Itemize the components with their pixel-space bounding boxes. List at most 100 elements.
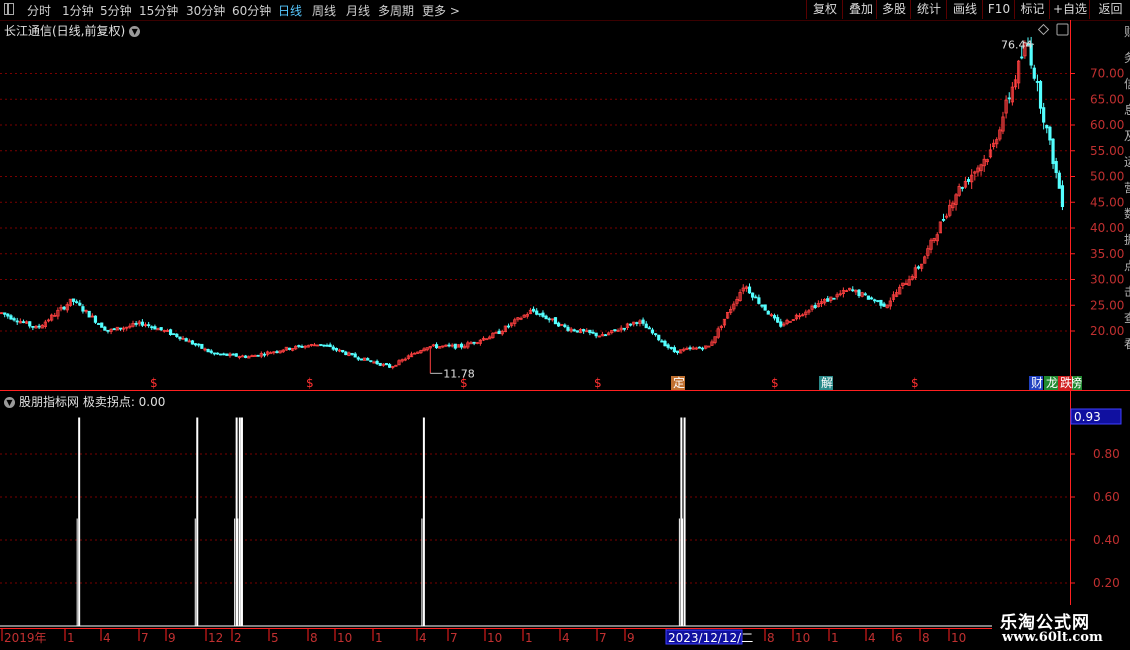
- candle-body: [93, 315, 98, 323]
- price-tick-label: 65.00: [1090, 92, 1124, 106]
- candle-body: [591, 331, 595, 334]
- side-tab-char[interactable]: 点: [1124, 259, 1130, 273]
- watermark-url: www.60lt.com: [1002, 630, 1103, 645]
- indicator-title: 股朋指标网 极卖拐点: 0.00: [19, 395, 166, 409]
- candle-body: [669, 346, 673, 349]
- event-marker[interactable]: 财: [1031, 376, 1043, 390]
- time-label: 1: [525, 631, 533, 645]
- candle-body: [1045, 124, 1049, 129]
- candle-body: [1054, 161, 1058, 173]
- candle-body: [12, 318, 16, 321]
- candle-body: [378, 362, 382, 366]
- side-tab-char[interactable]: 财: [1124, 25, 1130, 39]
- time-label: 4: [868, 631, 876, 645]
- candle-body: [87, 310, 91, 318]
- candle-body: [531, 308, 536, 312]
- side-tab-char[interactable]: 运: [1124, 155, 1130, 169]
- side-tab-char[interactable]: 击: [1124, 285, 1130, 299]
- candle-body: [78, 302, 82, 306]
- side-tab-char[interactable]: 查: [1124, 311, 1130, 325]
- candle-body: [134, 323, 138, 325]
- candle-body: [31, 326, 35, 328]
- candle-body: [776, 317, 780, 323]
- event-marker[interactable]: $: [460, 376, 468, 390]
- event-marker[interactable]: 解: [821, 376, 833, 390]
- side-tab-char[interactable]: 务: [1124, 50, 1130, 65]
- candle-body: [453, 343, 457, 349]
- candle-body: [356, 357, 360, 360]
- side-tab-char[interactable]: 据: [1124, 233, 1130, 247]
- candle-body: [547, 318, 551, 321]
- candle-body: [497, 330, 501, 335]
- price-tick-label: 40.00: [1090, 221, 1124, 235]
- candle-body: [747, 286, 752, 294]
- expand-icon[interactable]: [1056, 23, 1069, 36]
- candle-body: [635, 322, 639, 324]
- candle-body: [9, 315, 13, 320]
- candle-body: [28, 321, 32, 327]
- candle-body: [350, 353, 354, 355]
- side-tab-char[interactable]: 数: [1124, 206, 1130, 221]
- event-marker[interactable]: $: [306, 376, 314, 390]
- event-marker[interactable]: $: [911, 376, 919, 390]
- candle-body: [6, 313, 10, 317]
- indicator-title-bar: ▼ 股朋指标网 极卖拐点: 0.00: [4, 393, 165, 410]
- candle-body: [153, 326, 157, 330]
- candle-body: [287, 347, 292, 350]
- candle-body: [575, 330, 579, 333]
- candle-body: [225, 353, 229, 356]
- candle-body: [788, 321, 792, 323]
- diamond-icon[interactable]: [1037, 23, 1050, 36]
- side-tab-char[interactable]: 看: [1124, 337, 1130, 351]
- candle-body: [388, 364, 392, 368]
- candle-body: [275, 351, 279, 353]
- event-marker[interactable]: $: [594, 376, 602, 390]
- candle-body: [1035, 81, 1039, 83]
- event-marker[interactable]: $: [771, 376, 779, 390]
- candle-body: [594, 332, 598, 337]
- chevron-down-icon[interactable]: ▼: [4, 397, 15, 408]
- time-label: 9: [627, 631, 635, 645]
- time-label: 1: [375, 631, 383, 645]
- price-tick-label: 45.00: [1090, 195, 1124, 209]
- time-label: 8: [922, 631, 930, 645]
- candle-body: [334, 348, 339, 351]
- candle-body: [535, 310, 539, 315]
- candle-body: [222, 353, 226, 356]
- candle-body: [159, 327, 163, 331]
- side-tab-char[interactable]: 息: [1124, 102, 1130, 117]
- time-label: 10: [951, 631, 966, 645]
- side-tab-char[interactable]: 营: [1124, 181, 1130, 195]
- time-label: 9: [168, 631, 176, 645]
- candle-body: [197, 343, 201, 346]
- event-marker[interactable]: 跌: [1060, 375, 1072, 390]
- side-tab-char[interactable]: 及: [1124, 129, 1130, 143]
- candle-body: [766, 310, 770, 315]
- candle-body: [193, 343, 198, 346]
- candle-body: [1038, 81, 1043, 109]
- candle-body: [184, 338, 188, 342]
- candle-body: [672, 347, 676, 353]
- candle-body: [359, 358, 364, 361]
- time-label: 2019年: [4, 631, 47, 645]
- candle-body: [256, 354, 260, 357]
- candle-body: [331, 346, 335, 350]
- event-marker[interactable]: $: [150, 376, 158, 390]
- candle-body: [147, 324, 151, 327]
- chart-canvas: 70.00 65.00 60.00 55.00 50.00 45.00 40.00 35.00…: [0, 20, 1130, 645]
- candle-body: [553, 317, 558, 325]
- time-label: 2023/12/12/二: [668, 631, 753, 645]
- candle-body: [319, 344, 323, 346]
- price-tick-label: 20.00: [1090, 324, 1124, 338]
- candle-body: [650, 329, 655, 334]
- candle-body: [37, 325, 41, 328]
- candle-body: [826, 298, 830, 302]
- time-label: 6: [895, 631, 903, 645]
- candle-body: [779, 321, 783, 327]
- side-tab-char[interactable]: 信: [1124, 77, 1130, 91]
- price-tick-label: 50.00: [1090, 170, 1124, 184]
- time-label: 1: [67, 631, 75, 645]
- candle-body: [876, 300, 880, 302]
- candle-body: [663, 340, 667, 347]
- event-marker[interactable]: 定: [673, 375, 685, 390]
